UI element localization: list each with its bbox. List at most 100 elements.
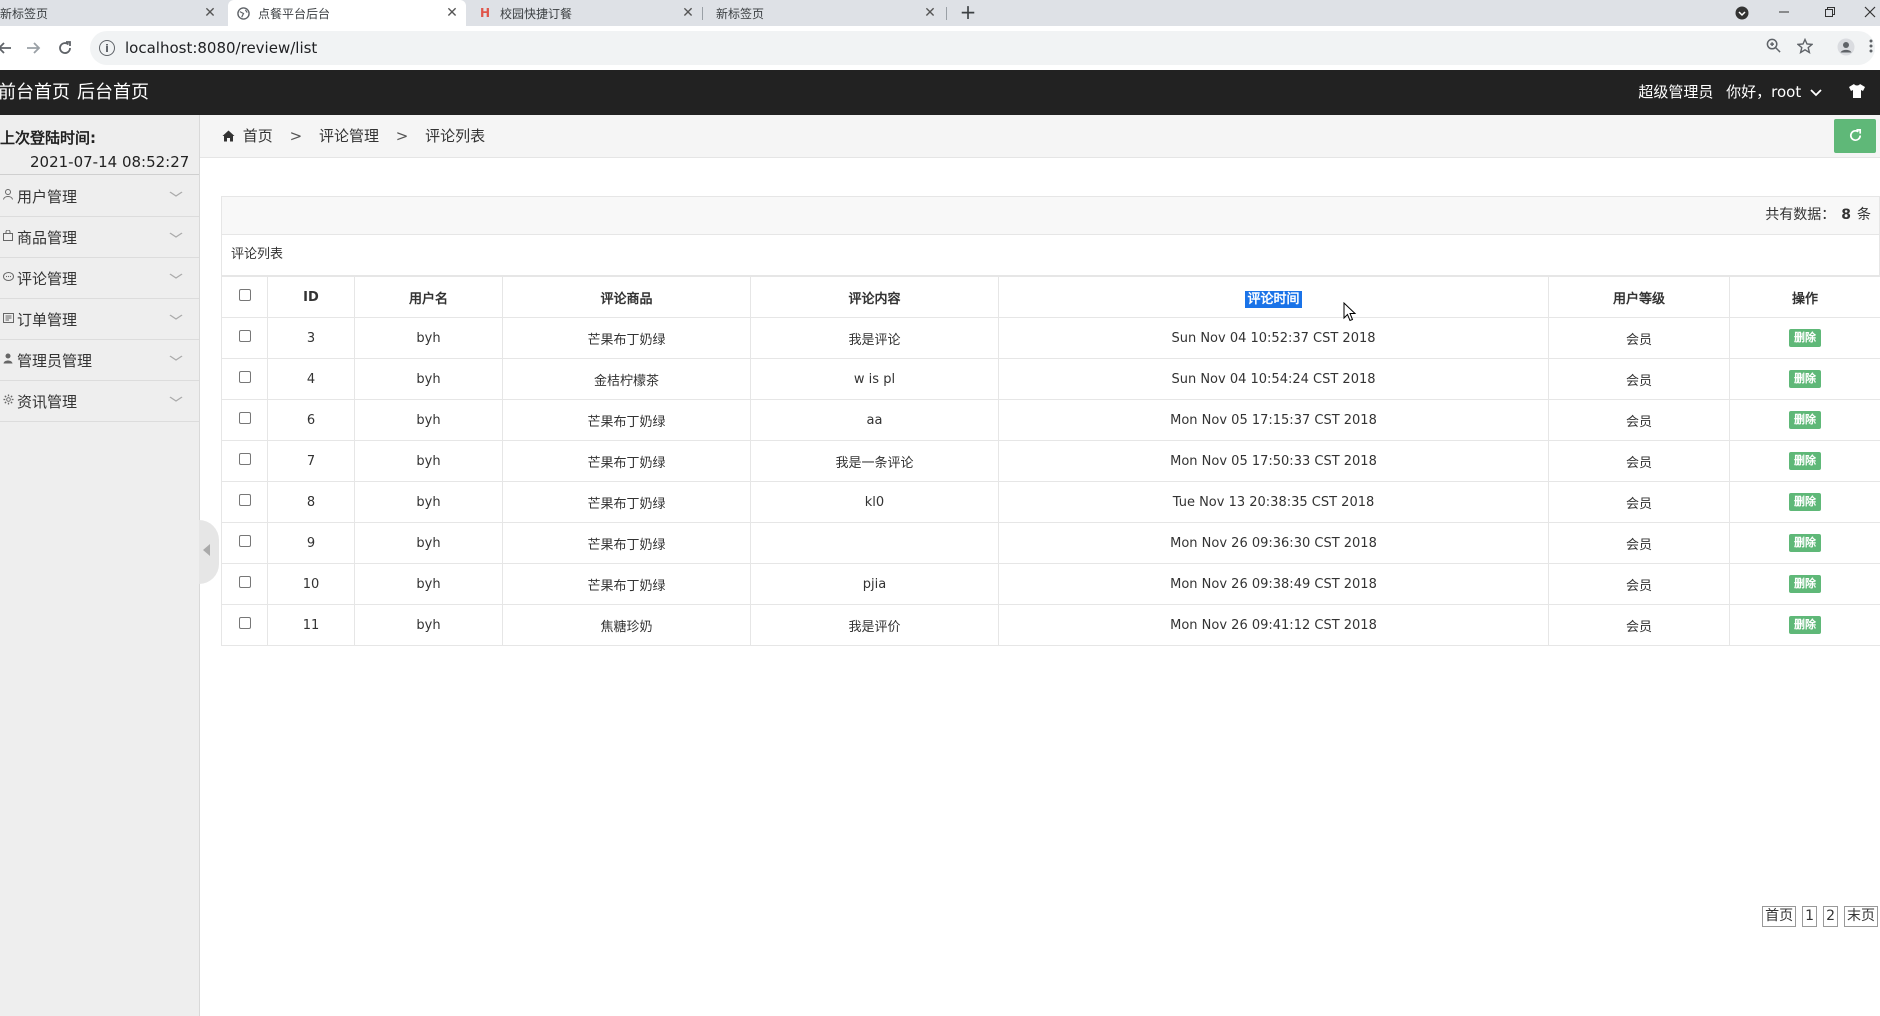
cell-id: 7 [267,440,355,482]
sidebar-item-reviews[interactable]: 评论管理 [0,258,199,299]
sidebar-menu: 用户管理 商品管理 评论管理 订单管理 管理员管理 资讯管理 [0,176,199,422]
delete-button[interactable]: 删除 [1789,575,1821,593]
cell-level: 会员 [1548,399,1730,441]
sidebar-item-orders[interactable]: 订单管理 [0,299,199,340]
row-select-cell[interactable] [221,358,268,400]
cell-id: 8 [267,481,355,523]
cell-product: 芒果布丁奶绿 [502,317,751,359]
zoom-icon[interactable] [1763,38,1783,58]
minimize-icon[interactable] [1766,0,1802,26]
browser-tab-admin[interactable]: 点餐平台后台 ✕ [228,0,466,26]
back-home-link[interactable]: 后台首页 [77,70,149,115]
star-icon[interactable] [1795,37,1815,58]
close-icon[interactable]: ✕ [444,5,460,21]
cell-time: Sun Nov 04 10:52:37 CST 2018 [998,317,1549,359]
table-row: 3 byh 芒果布丁奶绿 我是评论 Sun Nov 04 10:52:37 CS… [221,317,1880,359]
forward-icon[interactable] [22,37,44,59]
pagination: 首页 1 2 末页 [1762,906,1878,927]
row-select-cell[interactable] [221,481,268,523]
row-checkbox[interactable] [238,576,251,588]
refresh-button[interactable] [1834,119,1876,153]
breadcrumb-review-management[interactable]: 评论管理 [319,127,379,145]
close-window-icon[interactable] [1852,0,1880,26]
tab-title: 点餐平台后台 [258,6,331,21]
row-checkbox[interactable] [238,412,251,424]
browser-tab-campus[interactable]: H 校园快捷订餐 ✕ [470,0,702,26]
mouse-cursor-icon [1343,301,1357,322]
panel-title: 评论列表 [221,235,1880,276]
row-checkbox[interactable] [238,535,251,547]
menu-dots-icon[interactable] [1866,38,1876,58]
close-icon[interactable]: ✕ [202,5,218,21]
user-greeting[interactable]: 你好，root [1726,83,1801,101]
select-all-checkbox[interactable] [238,289,251,301]
new-tab-button[interactable]: + [958,0,978,26]
breadcrumb-home[interactable]: 首页 [243,127,273,145]
user-menu[interactable]: 超级管理员 你好，root [1638,70,1822,115]
gear-icon [0,394,16,408]
column-header-id: ID [267,276,355,318]
sidebar-item-label: 订单管理 [17,310,78,329]
select-all-cell[interactable] [221,276,268,318]
cell-content: pjia [750,563,999,605]
chevron-down-icon [169,351,184,366]
sidebar-item-products[interactable]: 商品管理 [0,217,199,258]
browser-tab-newtab-2[interactable]: 新标签页 ✕ [708,0,944,26]
reload-icon[interactable] [54,37,76,59]
row-checkbox[interactable] [238,494,251,506]
info-icon[interactable]: i [99,40,115,56]
close-icon[interactable]: ✕ [922,5,938,21]
pager-last[interactable]: 末页 [1844,906,1878,927]
row-checkbox[interactable] [238,330,251,342]
tab-search-icon[interactable] [1724,0,1760,26]
delete-button[interactable]: 删除 [1789,493,1821,511]
column-header-content: 评论内容 [750,276,999,318]
front-home-link[interactable]: 前台首页 [0,70,70,115]
row-select-cell[interactable] [221,563,268,605]
delete-button[interactable]: 删除 [1789,370,1821,388]
sidebar-collapse-toggle[interactable] [199,520,219,584]
close-icon[interactable]: ✕ [680,5,696,21]
chevron-down-icon[interactable] [1806,83,1822,101]
browser-tab-newtab-1[interactable]: 新标签页 ✕ [0,0,224,26]
skin-shirt-icon[interactable] [1848,83,1866,104]
cell-id: 11 [267,604,355,646]
row-select-cell[interactable] [221,317,268,359]
review-table: ID 用户名 评论商品 评论内容 评论时间 用户等级 操作 3 byh 芒果布丁… [221,276,1880,646]
back-icon[interactable] [0,37,16,59]
row-select-cell[interactable] [221,522,268,564]
row-checkbox[interactable] [238,453,251,465]
delete-button[interactable]: 删除 [1789,534,1821,552]
table-row: 9 byh 芒果布丁奶绿 Mon Nov 26 09:36:30 CST 201… [221,522,1880,564]
divider [0,174,199,175]
pager-page-2[interactable]: 2 [1823,906,1838,927]
sidebar-item-admins[interactable]: 管理员管理 [0,340,199,381]
table-row: 6 byh 芒果布丁奶绿 aa Mon Nov 05 17:15:37 CST … [221,399,1880,441]
row-checkbox[interactable] [238,371,251,383]
url-text[interactable]: localhost:8080/review/list [125,39,317,57]
delete-button[interactable]: 删除 [1789,616,1821,634]
row-select-cell[interactable] [221,440,268,482]
browser-tab-bar: 新标签页 ✕ 点餐平台后台 ✕ H 校园快捷订餐 ✕ 新标签页 ✕ + [0,0,1880,26]
cell-id: 9 [267,522,355,564]
sidebar-item-news[interactable]: 资讯管理 [0,381,199,422]
pager-page-1[interactable]: 1 [1802,906,1818,927]
row-select-cell[interactable] [221,399,268,441]
sidebar-item-label: 管理员管理 [17,351,93,370]
delete-button[interactable]: 删除 [1789,329,1821,347]
restore-icon[interactable] [1812,0,1848,26]
delete-button[interactable]: 删除 [1789,452,1821,470]
chevron-down-icon [169,392,184,407]
sidebar-item-users[interactable]: 用户管理 [0,176,199,217]
breadcrumb-bar: 首页 > 评论管理 > 评论列表 [200,115,1880,158]
profile-icon[interactable] [1836,38,1856,58]
pager-first[interactable]: 首页 [1762,906,1797,927]
delete-button[interactable]: 删除 [1789,411,1821,429]
url-omnibox[interactable]: i localhost:8080/review/list [90,31,1875,65]
row-checkbox[interactable] [238,617,251,629]
row-select-cell[interactable] [221,604,268,646]
cell-username: byh [354,522,503,564]
cell-time: Mon Nov 26 09:36:30 CST 2018 [998,522,1549,564]
column-header-action: 操作 [1729,276,1880,318]
refresh-icon [1848,126,1863,145]
